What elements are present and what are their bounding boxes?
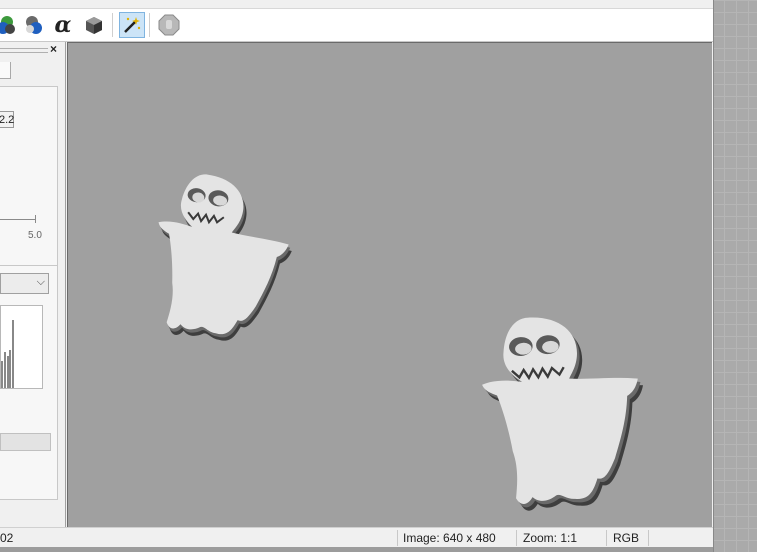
status-divider [516,530,517,546]
cube-icon[interactable] [81,12,107,38]
rgb-spheres-icon[interactable] [0,12,18,38]
ghost-image [144,168,652,514]
light-bulb-icon[interactable] [20,12,46,38]
chevron-down-icon: ⌵ [36,276,45,288]
stop-hand-icon[interactable] [156,12,182,38]
bottom-strip [0,547,713,552]
left-dock-panel: × 2.2 5.0 ⌵ [0,42,66,529]
panel-tab[interactable] [0,62,11,79]
panel-grip[interactable] [0,48,48,53]
app-window: α × 2.2 5.0 ⌵ 02 Image: 640 x 480 Zoom: … [0,0,714,552]
status-divider [648,530,649,546]
alpha-icon[interactable]: α [50,12,76,38]
magic-wand-icon[interactable] [119,12,145,38]
close-icon[interactable]: × [50,42,57,56]
alpha-glyph: α [54,12,72,38]
toolbar-separator [112,13,113,37]
ghost-figure [144,168,300,350]
panel-action-button[interactable] [0,433,51,451]
histogram-bars [1,320,14,388]
status-image-size: Image: 640 x 480 [403,531,496,545]
status-divider [606,530,607,546]
toolbar-separator [149,13,150,37]
slider-tick [35,215,36,223]
status-bar: 02 Image: 640 x 480 Zoom: 1:1 RGB [0,527,713,547]
ghost-figure [477,310,652,514]
slider-max-label: 5.0 [28,230,42,241]
slider-track[interactable] [0,219,36,220]
value-input[interactable]: 2.2 [0,111,14,128]
background-grid [712,0,757,552]
panel-header: × [0,42,64,58]
histogram [0,305,43,389]
status-zoom: Zoom: 1:1 [523,531,578,545]
status-color-mode: RGB [613,531,640,545]
status-divider [397,530,398,546]
image-canvas[interactable] [67,42,712,527]
status-left: 02 [0,531,14,545]
channel-dropdown[interactable]: ⌵ [0,273,49,294]
toolbar: α [0,8,713,42]
